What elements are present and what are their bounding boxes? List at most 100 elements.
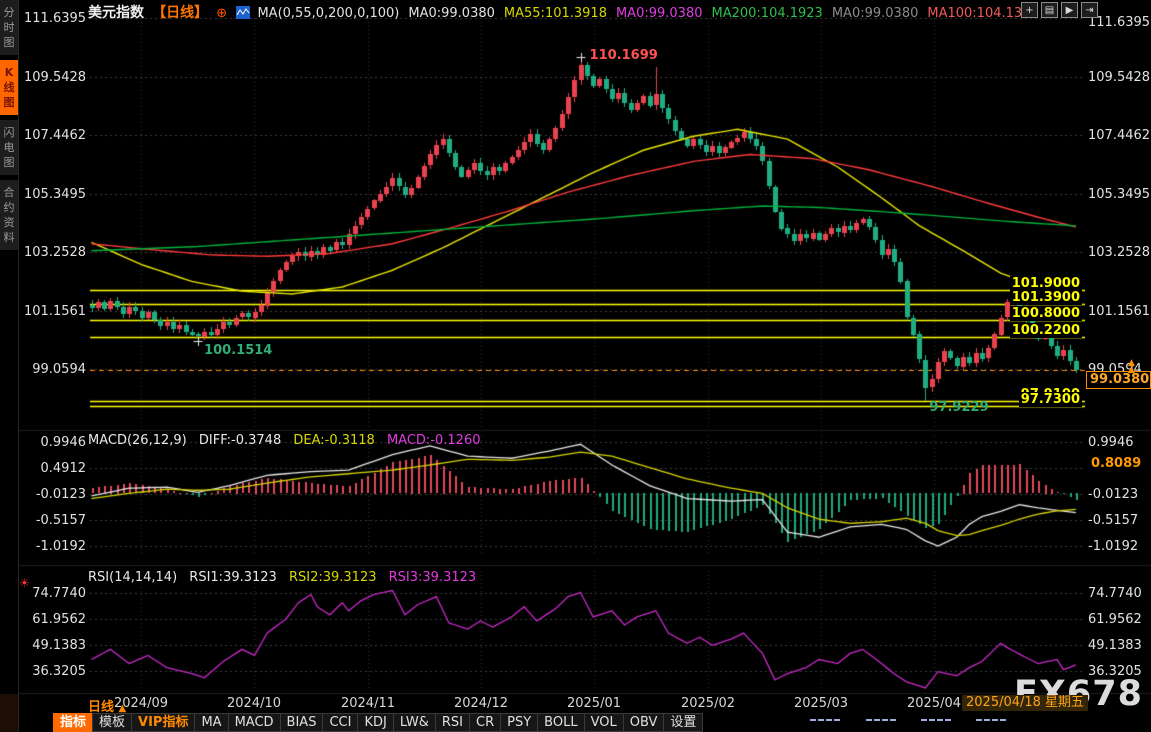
axis-label: 107.4462 [1088, 128, 1150, 143]
macd-panel-header: MACD(26,12,9) DIFF:-0.3748 DEA:-0.3118 M… [88, 433, 481, 448]
axis-label: 74.7740 [1088, 586, 1142, 601]
price-level-label: 100.2200 [1010, 323, 1082, 338]
axis-label: 49.1383 [24, 638, 86, 653]
toolbar-button-指标[interactable]: 指标 [53, 713, 93, 732]
sidebar-tab-分时图[interactable]: 分时图 [0, 0, 18, 55]
toolbar-button-BIAS[interactable]: BIAS [280, 713, 324, 732]
date-label: 2024/11 [341, 696, 395, 711]
axis-label: 109.5428 [24, 70, 86, 85]
toolbar-button-CR[interactable]: CR [469, 713, 501, 732]
rsi1-value: RSI1:39.3123 [189, 570, 277, 585]
rsi-panel-header: RSI(14,14,14) RSI1:39.3123 RSI2:39.3123 … [88, 570, 476, 585]
axis-label: 0.9946 [24, 435, 86, 450]
dash-indicator [976, 719, 1006, 721]
axis-label: 101.1561 [1088, 304, 1150, 319]
toolbar-button-LW&[interactable]: LW& [393, 713, 436, 732]
toolbar-button-OBV[interactable]: OBV [623, 713, 665, 732]
axis-label: 103.2528 [24, 245, 86, 260]
axis-label: -1.0192 [24, 539, 86, 554]
axis-label: 61.9562 [1088, 612, 1142, 627]
chart-legend: 美元指数 【日线】 ⊕ MA(0,55,0,200,0,100)MA0:99.0… [88, 2, 1048, 23]
legend-item: MA200:104.1923 [712, 6, 823, 21]
date-label: 2025/01 [567, 696, 621, 711]
dash-indicator [866, 719, 896, 721]
window-controls: +▤▶⇥ [1021, 2, 1098, 18]
toolbar-button-VIP指标[interactable]: VIP指标 [131, 713, 195, 732]
axis-label: 107.4462 [24, 128, 86, 143]
axis-label: 0.9946 [1088, 435, 1134, 450]
sidebar-tab-K线图[interactable]: K线图 [0, 60, 18, 115]
legend-item: MA0:99.0380 [408, 6, 495, 21]
scale-right-icon[interactable]: ▶ [1061, 2, 1078, 18]
axis-label: -1.0192 [1088, 539, 1138, 554]
instrument-title: 美元指数 [88, 5, 144, 21]
rsi-title: RSI(14,14,14) [88, 570, 177, 585]
macd-value: MACD:-0.1260 [387, 433, 481, 448]
toolbar-button-KDJ[interactable]: KDJ [357, 713, 393, 732]
toolbar-button-设置[interactable]: 设置 [663, 713, 703, 732]
chart-canvas[interactable] [0, 0, 1151, 732]
pan-tool-icon[interactable]: + [1021, 2, 1038, 18]
legend-item: MA0:99.0380 [832, 6, 919, 21]
toolbar-button-RSI[interactable]: RSI [435, 713, 470, 732]
ma-legend: MA(0,55,0,200,0,100)MA0:99.0380MA55:101.… [257, 6, 1047, 21]
date-label: 2024/12 [454, 696, 508, 711]
macd-dea-value: DEA:-0.3118 [293, 433, 374, 448]
toolbar-button-MA[interactable]: MA [194, 713, 228, 732]
legend-item: MA0:99.0380 [616, 6, 703, 21]
toolbar-button-模板[interactable]: 模板 [92, 713, 132, 732]
axis-label: 111.6395 [24, 11, 86, 26]
date-label: 2025/03 [794, 696, 848, 711]
period-tag: 【日线】 [152, 5, 208, 21]
axis-label: 105.3495 [1088, 187, 1150, 202]
page-forward-icon[interactable]: ⇥ [1081, 2, 1098, 18]
price-annotation: 110.1699 [590, 48, 658, 63]
scale-left-icon[interactable]: ▤ [1041, 2, 1058, 18]
price-annotation: 97.9229 [929, 400, 988, 415]
sidebar-tab-闪电图[interactable]: 闪电图 [0, 120, 18, 175]
toolbar-button-MACD[interactable]: MACD [228, 713, 281, 732]
axis-label: 49.1383 [1088, 638, 1142, 653]
toolbar-button-CCI[interactable]: CCI [322, 713, 358, 732]
date-label: 2025/02 [681, 696, 735, 711]
current-date-label: 2025/04/18 星期五 [962, 695, 1088, 711]
axis-label: 101.1561 [24, 304, 86, 319]
price-level-label: 101.3900 [1010, 290, 1082, 305]
sidebar: 分时图 K线图闪电图合约资料 [0, 0, 19, 732]
sidebar-tab-合约资料[interactable]: 合约资料 [0, 180, 18, 250]
toolbar-corner [0, 694, 18, 732]
rsi3-value: RSI3:39.3123 [389, 570, 477, 585]
axis-label: 36.3205 [24, 664, 86, 679]
last-price-box: 99.0380 [1086, 371, 1151, 389]
price-annotation: 100.1514 [204, 343, 272, 358]
toolbar-button-PSY[interactable]: PSY [500, 713, 538, 732]
alarm-icon[interactable]: ☀ [19, 576, 30, 590]
macd-title: MACD(26,12,9) [88, 433, 187, 448]
axis-label: 99.0594 [24, 362, 86, 377]
chart-window: FX678 分时图K线图闪电图合约资料 美元指数 【日线】 ⊕ MA(0,55,… [0, 0, 1151, 732]
axis-label: -0.0123 [1088, 487, 1138, 502]
date-label: 2025/04 [907, 696, 961, 711]
toolbar-button-BOLL[interactable]: BOLL [537, 713, 584, 732]
mini-chart-icon [236, 6, 250, 23]
axis-label: 61.9562 [24, 612, 86, 627]
macd-badge: 0.8089 [1087, 455, 1145, 472]
toolbar-button-VOL[interactable]: VOL [584, 713, 624, 732]
axis-label: 109.5428 [1088, 70, 1150, 85]
date-axis: 日线 ▲ 2024/092024/102024/112024/122025/01… [0, 694, 1151, 712]
price-level-label: 100.8000 [1010, 306, 1082, 321]
price-level-label: 97.7300 [1019, 392, 1082, 407]
dash-indicator [810, 719, 840, 721]
axis-label: 103.2528 [1088, 245, 1150, 260]
rsi2-value: RSI2:39.3123 [289, 570, 377, 585]
date-label: 2024/10 [227, 696, 281, 711]
circle-plus-icon[interactable]: ⊕ [216, 6, 227, 21]
axis-label: -0.5157 [1088, 513, 1138, 528]
price-level-label: 101.9000 [1010, 276, 1082, 291]
macd-diff-value: DIFF:-0.3748 [199, 433, 281, 448]
indicator-toolbar: 指标模板VIP指标MAMACDBIASCCIKDJLW&RSICRPSYBOLL… [53, 713, 702, 732]
price-up-arrows-icon[interactable]: ▲▲ [1128, 360, 1135, 374]
axis-label: 105.3495 [24, 187, 86, 202]
dash-indicator [921, 719, 951, 721]
axis-label: 74.7740 [24, 586, 86, 601]
